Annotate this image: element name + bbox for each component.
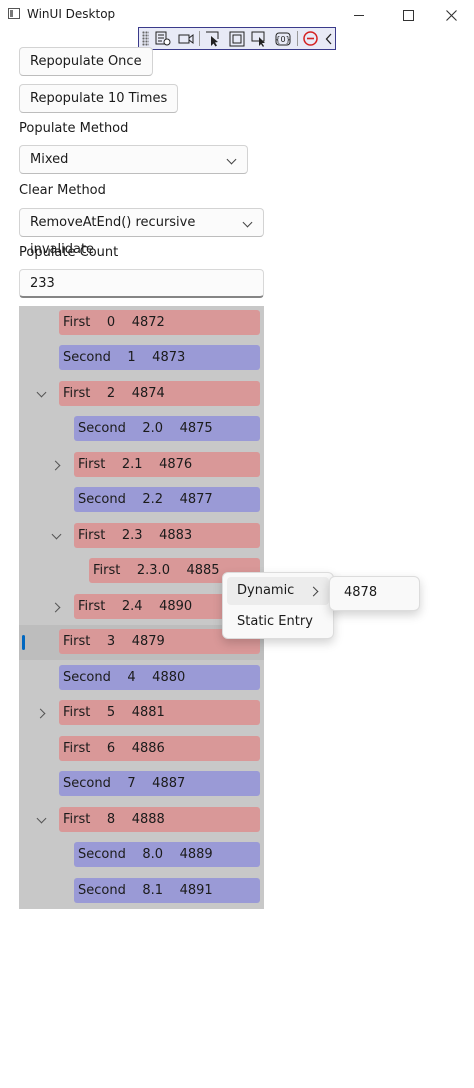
window-icon	[8, 8, 20, 19]
selection-indicator	[22, 635, 25, 650]
tree-item-label: Second 2.0 4875	[74, 416, 260, 441]
tree-row[interactable]: First 8 4888	[19, 803, 264, 838]
populate-count-label: Populate Count	[19, 245, 119, 260]
close-icon	[445, 9, 457, 21]
tree-row[interactable]: Second 8.0 4889	[19, 838, 264, 873]
select-element-button[interactable]	[203, 29, 223, 48]
tree-row[interactable]: Second 7 4887	[19, 767, 264, 802]
binding-failures-button[interactable]: {0}	[273, 29, 293, 48]
title-bar: WinUI Desktop	[0, 0, 474, 30]
window-title: WinUI Desktop	[27, 7, 116, 21]
disable-icon	[303, 31, 318, 46]
menu-item-dynamic[interactable]: Dynamic	[227, 577, 329, 605]
svg-text:{0}: {0}	[276, 35, 291, 44]
binding-failures-icon: {0}	[276, 32, 291, 45]
chevron-down-icon	[226, 154, 237, 165]
clear-method-label: Clear Method	[19, 183, 106, 198]
expander-expanded-icon[interactable]	[51, 529, 62, 540]
tree-item-label: Second 2.2 4877	[74, 487, 260, 512]
collapse-chevron-icon	[326, 33, 332, 44]
populate-method-label: Populate Method	[19, 121, 129, 136]
menu-item-label: Dynamic	[237, 583, 295, 598]
expander-collapsed-icon[interactable]	[35, 708, 46, 719]
submenu-item[interactable]: 4878	[334, 580, 414, 606]
tree-row[interactable]: Second 2.2 4877	[19, 483, 264, 518]
repopulate-once-button[interactable]: Repopulate Once	[19, 47, 153, 76]
menu-item-static-entry[interactable]: Static Entry	[227, 608, 329, 636]
maximize-icon	[402, 9, 414, 21]
tree-item-label: First 2.3 4883	[74, 523, 260, 548]
tree-item-label: Second 4 4880	[59, 665, 260, 690]
tree-item-label: First 8 4888	[59, 807, 260, 832]
chevron-right-icon	[308, 586, 319, 597]
tree-item-label: First 2.1 4876	[74, 452, 260, 477]
tree-item-label: Second 7 4887	[59, 771, 260, 796]
expander-expanded-icon[interactable]	[36, 387, 47, 398]
toolbar-separator	[199, 31, 201, 46]
tree-row[interactable]: First 0 4872	[19, 306, 264, 341]
live-visual-tree-button[interactable]	[152, 29, 172, 48]
expander-collapsed-icon[interactable]	[50, 602, 61, 613]
context-menu: Dynamic Static Entry	[222, 572, 334, 639]
minimize-button[interactable]	[336, 0, 382, 30]
tree-row[interactable]: First 2.1 4876	[19, 448, 264, 483]
tree-item-label: First 0 4872	[59, 310, 260, 335]
toolbar-separator	[296, 31, 298, 46]
debug-toolbar: {0}	[138, 27, 336, 50]
track-focus-icon	[251, 31, 266, 47]
populate-count-input[interactable]: 233	[19, 269, 264, 298]
tree-row[interactable]: Second 8.1 4891	[19, 874, 264, 909]
expander-collapsed-icon[interactable]	[50, 460, 61, 471]
record-icon	[178, 33, 194, 44]
populate-method-combo[interactable]: Mixed	[19, 145, 248, 174]
grip-icon[interactable]	[142, 31, 150, 46]
tree-item-label: Second 8.0 4889	[74, 842, 260, 867]
populate-method-value: Mixed	[30, 152, 69, 167]
tree-item-label: First 6 4886	[59, 736, 260, 761]
tree-row[interactable]: First 2 4874	[19, 377, 264, 412]
tree-item-label: Second 8.1 4891	[74, 878, 260, 903]
expander-expanded-icon[interactable]	[36, 813, 47, 824]
tree-row[interactable]: First 5 4881	[19, 696, 264, 731]
record-button[interactable]	[176, 29, 196, 48]
tree-row[interactable]: Second 2.0 4875	[19, 412, 264, 447]
tree-item-label: First 2 4874	[59, 381, 260, 406]
tree-item-label: Second 1 4873	[59, 345, 260, 370]
close-button[interactable]	[428, 0, 474, 30]
menu-item-label: Static Entry	[237, 614, 313, 629]
track-focus-button[interactable]	[250, 29, 270, 48]
display-layout-adorners-button[interactable]	[226, 29, 246, 48]
clear-method-combo[interactable]: RemoveAtEnd() recursive invalidate	[19, 208, 264, 257]
maximize-button[interactable]	[385, 0, 431, 30]
tree-row[interactable]: First 2.3 4883	[19, 519, 264, 554]
tree-row[interactable]: Second 1 4873	[19, 341, 264, 376]
tree-row[interactable]: First 6 4886	[19, 732, 264, 767]
live-visual-tree-icon	[155, 31, 171, 46]
repopulate-10-times-button[interactable]: Repopulate 10 Times	[19, 84, 179, 113]
display-layout-adorners-icon	[229, 31, 245, 46]
chevron-down-icon	[242, 217, 253, 228]
minimize-icon	[354, 14, 364, 16]
collapse-toolbar-button[interactable]	[324, 29, 335, 48]
tree-row[interactable]: Second 4 4880	[19, 661, 264, 696]
select-element-icon	[206, 31, 219, 46]
submenu: 4878	[329, 576, 420, 611]
disable-button[interactable]	[301, 29, 321, 48]
tree-item-label: First 5 4881	[59, 700, 260, 725]
